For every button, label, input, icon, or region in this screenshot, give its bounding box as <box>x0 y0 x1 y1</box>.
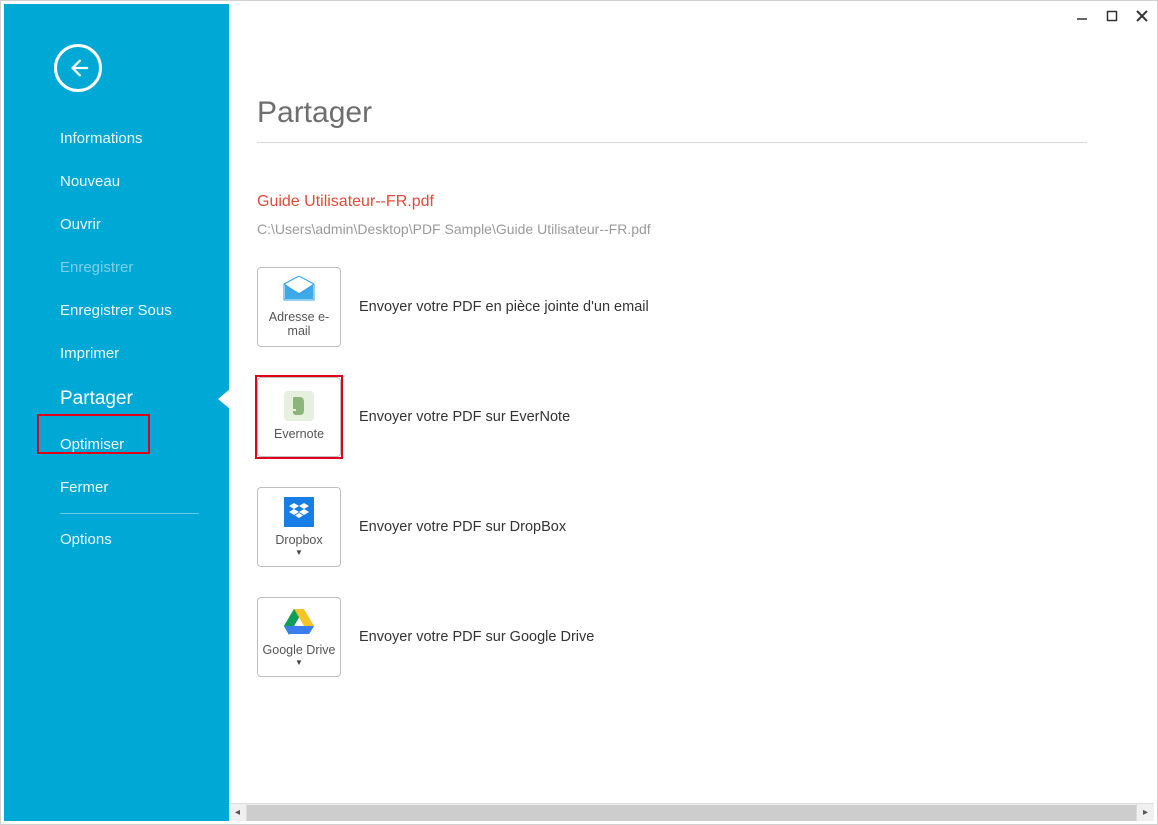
share-desc-gdrive: Envoyer votre PDF sur Google Drive <box>359 629 594 645</box>
share-row-dropbox: Dropbox ▼ Envoyer votre PDF sur DropBox <box>257 487 1124 567</box>
window-maximize-button[interactable] <box>1097 2 1127 30</box>
chevron-down-icon: ▼ <box>295 551 303 555</box>
share-card-label: Evernote <box>274 427 324 441</box>
title-divider <box>257 142 1087 143</box>
sidebar-item-options[interactable]: Options <box>4 518 229 561</box>
sidebar-item-imprimer[interactable]: Imprimer <box>4 332 229 375</box>
share-row-evernote: Evernote Envoyer votre PDF sur EverNote <box>257 377 1124 457</box>
evernote-icon <box>284 389 314 423</box>
sidebar-item-label: Enregistrer Sous <box>60 302 172 319</box>
sidebar-item-label: Optimiser <box>60 436 124 453</box>
sidebar: Informations Nouveau Ouvrir Enregistrer … <box>4 4 229 821</box>
sidebar-item-label: Imprimer <box>60 345 119 362</box>
page-title: Partager <box>257 96 1124 130</box>
titlebar <box>1 1 1157 31</box>
window-close-button[interactable] <box>1127 2 1157 30</box>
sidebar-item-nouveau[interactable]: Nouveau <box>4 160 229 203</box>
window-minimize-button[interactable] <box>1067 2 1097 30</box>
sidebar-item-fermer[interactable]: Fermer <box>4 466 229 509</box>
sidebar-item-ouvrir[interactable]: Ouvrir <box>4 203 229 246</box>
sidebar-item-label: Fermer <box>60 479 108 496</box>
chevron-down-icon: ▼ <box>295 661 303 665</box>
file-name: Guide Utilisateur--FR.pdf <box>257 193 1124 211</box>
share-card-email[interactable]: Adresse e-mail <box>257 267 341 347</box>
email-icon <box>282 272 316 306</box>
sidebar-item-label: Informations <box>60 130 143 147</box>
sidebar-item-label: Enregistrer <box>60 259 133 276</box>
arrow-left-icon <box>67 57 89 79</box>
scrollbar-thumb[interactable] <box>247 805 1136 821</box>
scrollbar-track[interactable] <box>247 805 1136 821</box>
dropbox-icon <box>284 495 314 529</box>
sidebar-item-label: Ouvrir <box>60 216 101 233</box>
google-drive-icon <box>284 605 314 639</box>
share-desc-dropbox: Envoyer votre PDF sur DropBox <box>359 519 566 535</box>
share-card-dropbox[interactable]: Dropbox ▼ <box>257 487 341 567</box>
share-card-label: Google Drive <box>263 643 336 657</box>
sidebar-item-enregistrer: Enregistrer <box>4 246 229 289</box>
share-card-gdrive[interactable]: Google Drive ▼ <box>257 597 341 677</box>
content-area: Partager Guide Utilisateur--FR.pdf C:\Us… <box>229 4 1154 803</box>
sidebar-divider <box>60 513 199 514</box>
sidebar-item-label: Options <box>60 531 112 548</box>
scroll-left-button[interactable]: ◂ <box>229 804 247 821</box>
sidebar-item-label: Partager <box>60 388 133 409</box>
share-row-gdrive: Google Drive ▼ Envoyer votre PDF sur Goo… <box>257 597 1124 677</box>
back-button[interactable] <box>54 44 102 92</box>
share-card-label: Adresse e-mail <box>258 310 340 338</box>
scroll-right-button[interactable]: ▸ <box>1136 804 1154 821</box>
share-desc-evernote: Envoyer votre PDF sur EverNote <box>359 409 570 425</box>
share-card-label: Dropbox <box>275 533 322 547</box>
share-desc-email: Envoyer votre PDF en pièce jointe d'un e… <box>359 299 649 315</box>
sidebar-item-enregistrer-sous[interactable]: Enregistrer Sous <box>4 289 229 332</box>
sidebar-item-informations[interactable]: Informations <box>4 117 229 160</box>
share-card-evernote[interactable]: Evernote <box>257 377 341 457</box>
sidebar-item-optimiser[interactable]: Optimiser <box>4 423 229 466</box>
share-row-email: Adresse e-mail Envoyer votre PDF en pièc… <box>257 267 1124 347</box>
sidebar-item-label: Nouveau <box>60 173 120 190</box>
sidebar-item-partager[interactable]: Partager <box>4 375 229 423</box>
horizontal-scrollbar[interactable]: ◂ ▸ <box>229 803 1154 821</box>
file-path: C:\Users\admin\Desktop\PDF Sample\Guide … <box>257 221 1124 237</box>
